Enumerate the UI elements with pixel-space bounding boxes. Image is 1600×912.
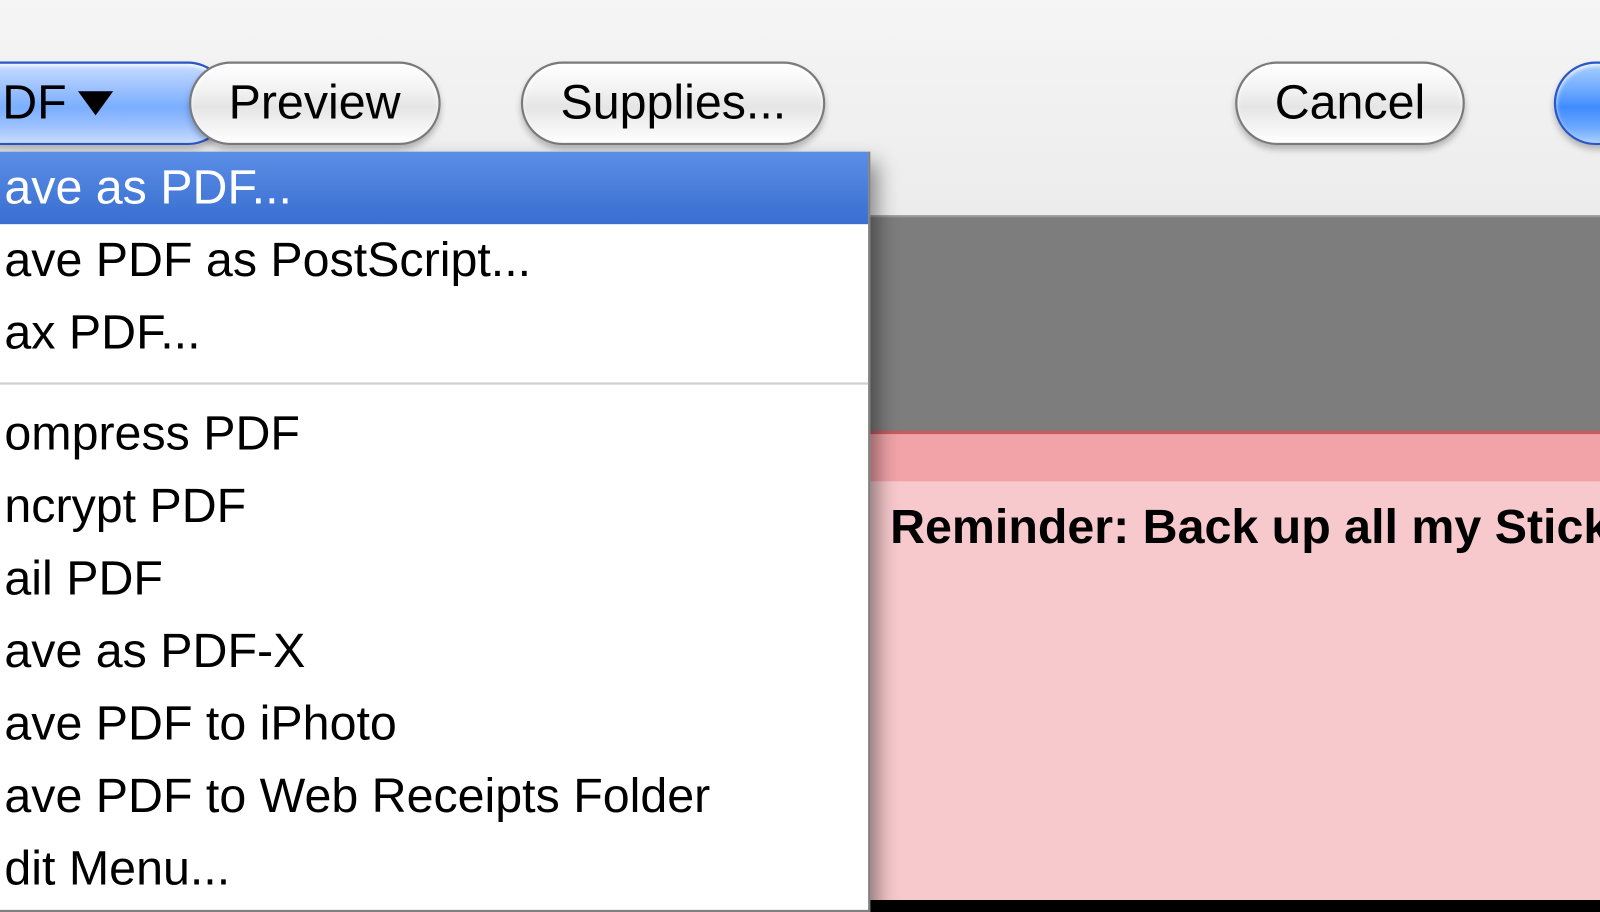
- menu-item-save-as-pdf-x[interactable]: ave as PDF-X: [0, 615, 868, 688]
- print-button[interactable]: [1554, 62, 1600, 146]
- cancel-button[interactable]: Cancel: [1235, 62, 1465, 146]
- menu-item-encrypt-pdf[interactable]: ncrypt PDF: [0, 470, 868, 543]
- menu-item-fax-pdf[interactable]: ax PDF...: [0, 297, 868, 370]
- sticky-note-text: Reminder: Back up all my Stick: [890, 500, 1600, 555]
- supplies-button-label: Supplies...: [560, 76, 786, 131]
- menu-item-save-pdf-as-postscript[interactable]: ave PDF as PostScript...: [0, 224, 868, 297]
- sticky-note-titlebar[interactable]: [868, 431, 1600, 485]
- supplies-button[interactable]: Supplies...: [521, 62, 826, 146]
- pdf-dropdown-menu: ave as PDF... ave PDF as PostScript... a…: [0, 152, 870, 912]
- menu-item-edit-menu[interactable]: dit Menu...: [0, 833, 868, 906]
- menu-item-mail-pdf[interactable]: ail PDF: [0, 543, 868, 616]
- preview-button[interactable]: Preview: [189, 62, 440, 146]
- menu-separator: [0, 382, 868, 384]
- menu-item-compress-pdf[interactable]: ompress PDF: [0, 398, 868, 471]
- menu-item-save-as-pdf[interactable]: ave as PDF...: [0, 152, 868, 225]
- pdf-button-label: DF: [2, 76, 66, 131]
- menu-item-save-pdf-to-iphoto[interactable]: ave PDF to iPhoto: [0, 688, 868, 761]
- window-background: [868, 218, 1600, 431]
- chevron-down-icon: [78, 91, 113, 115]
- screenshot-stage: Reminder: Back up all my Stick DF Previe…: [0, 0, 1600, 900]
- menu-item-save-pdf-to-web-receipts[interactable]: ave PDF to Web Receipts Folder: [0, 760, 868, 833]
- cancel-button-label: Cancel: [1275, 76, 1426, 131]
- preview-button-label: Preview: [229, 76, 401, 131]
